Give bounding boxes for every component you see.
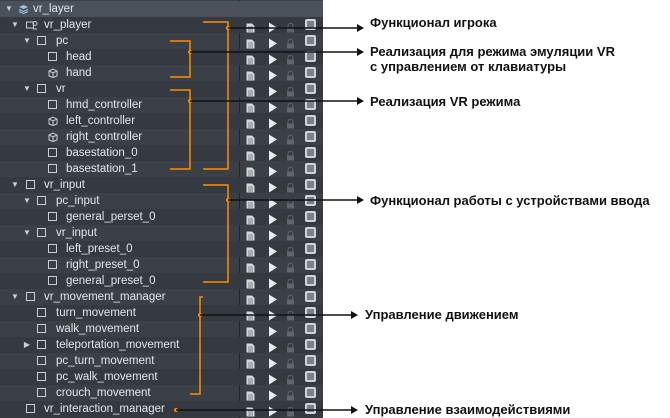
arrowhead-icon	[357, 97, 364, 105]
arrowhead-icon	[351, 311, 358, 319]
arrowhead-icon	[357, 24, 364, 32]
bracket-player	[203, 21, 229, 170]
bracket-pc	[170, 40, 191, 78]
bracket-vr	[170, 89, 191, 170]
annotation-brackets	[170, 21, 364, 414]
arrowhead-icon	[357, 196, 364, 204]
arrowhead-icon	[351, 406, 358, 414]
bracket-input	[203, 184, 229, 283]
bracket-movement	[190, 296, 203, 395]
arrowhead-icon	[357, 48, 364, 56]
